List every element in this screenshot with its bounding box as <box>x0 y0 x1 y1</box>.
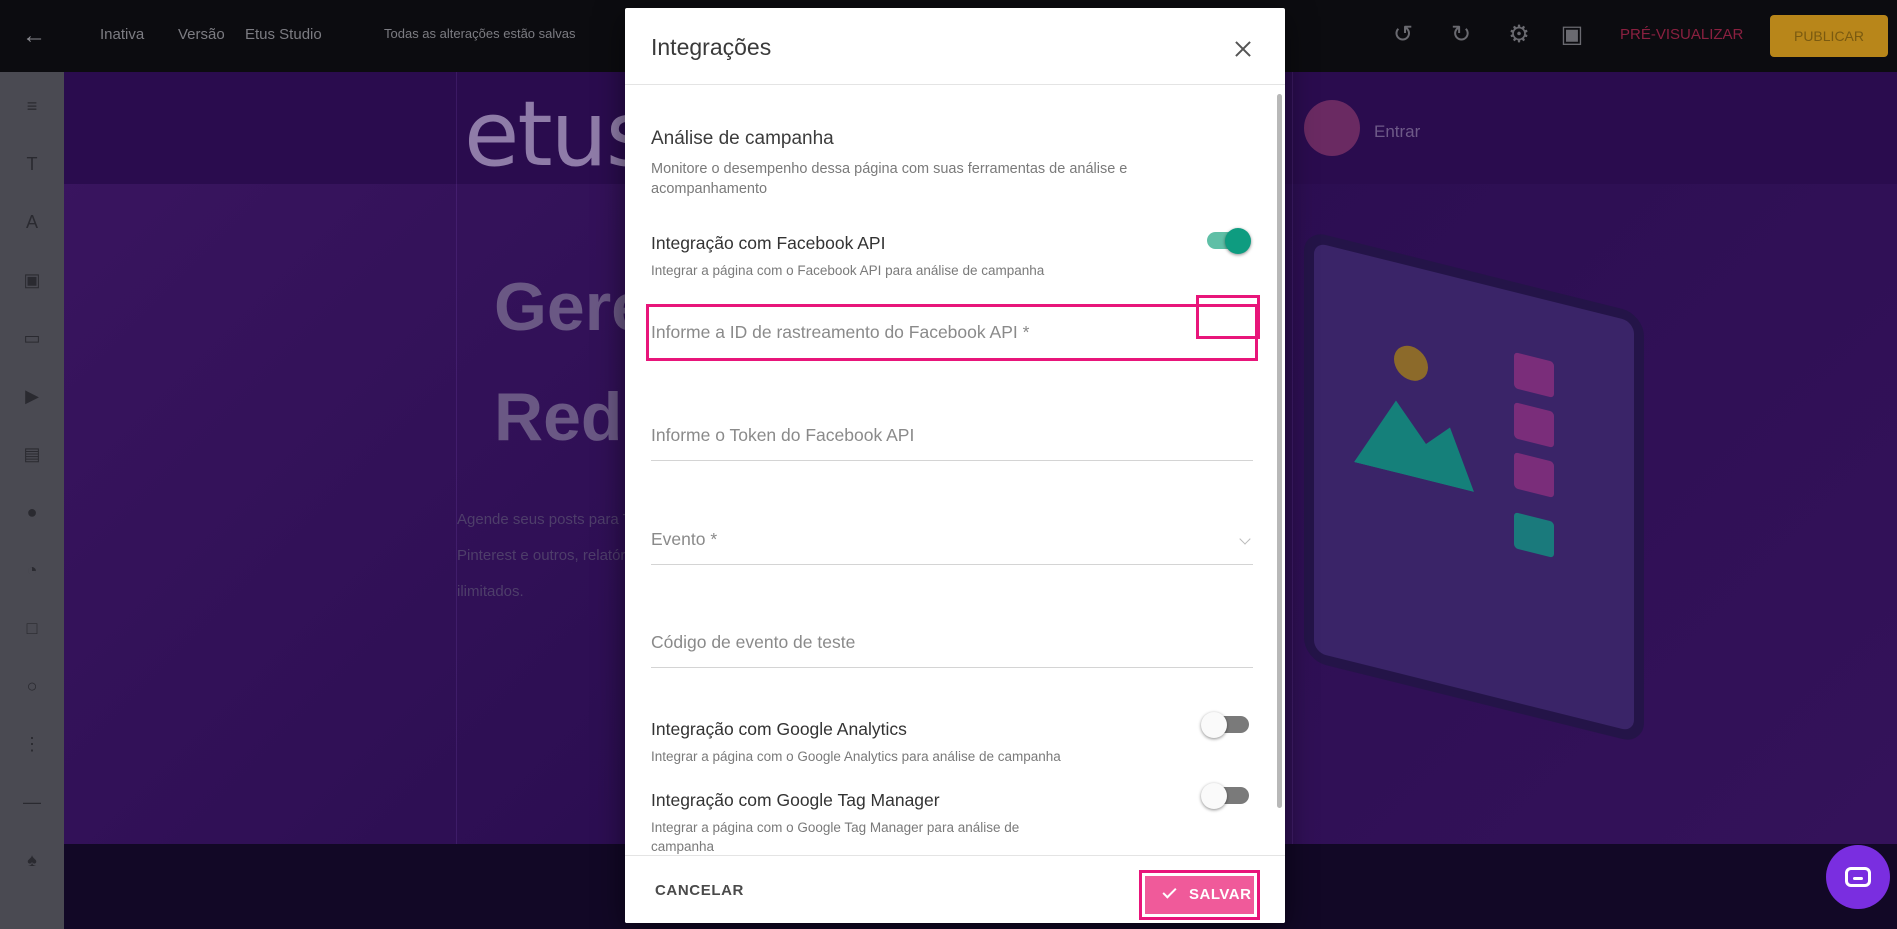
save-button-label: SALVAR <box>1189 886 1252 903</box>
user-icon[interactable]: ♠ <box>20 848 44 872</box>
modal-body: Análise de campanha Monitore o desempenh… <box>625 86 1285 854</box>
circle-icon[interactable]: ○ <box>20 674 44 698</box>
google-tag-manager-label: Integração com Google Tag Manager <box>651 790 940 810</box>
cancel-button[interactable]: CANCELAR <box>655 876 744 906</box>
layers-icon[interactable]: ≡ <box>20 94 44 118</box>
preview-button[interactable]: PRÉ-VISUALIZAR <box>1620 26 1743 43</box>
arrow-left-icon[interactable]: ← <box>18 20 50 52</box>
workspace-label: Etus Studio <box>245 26 322 43</box>
save-status: Todas as alterações estão salvas <box>384 26 576 41</box>
google-analytics-toggle[interactable] <box>1201 706 1253 742</box>
close-icon[interactable] <box>1228 34 1258 64</box>
chevron-down-icon <box>1239 533 1251 545</box>
facebook-integration-label: Integração com Facebook API <box>651 233 886 253</box>
timer-icon[interactable]: ◔ <box>20 558 44 582</box>
box-icon[interactable]: □ <box>20 616 44 640</box>
status-label: Inativa <box>100 26 145 43</box>
integrations-modal: Integrações Análise de campanha Monitore… <box>625 8 1285 923</box>
redo-icon[interactable]: ↻ <box>1446 20 1476 50</box>
form-icon[interactable]: ▤ <box>20 442 44 466</box>
publish-button[interactable]: PUBLICAR <box>1770 15 1888 57</box>
divider-icon[interactable]: — <box>20 790 44 814</box>
facebook-pixel-id-input[interactable]: Informe a ID de rastreamento do Facebook… <box>651 310 1253 358</box>
event-select[interactable]: Evento * <box>651 517 1253 565</box>
google-tag-manager-toggle[interactable] <box>1201 777 1253 813</box>
typography-icon[interactable]: A <box>20 210 44 234</box>
more-icon[interactable]: ⋮ <box>20 732 44 756</box>
page-logo: etus <box>464 82 653 187</box>
check-icon <box>1162 884 1177 899</box>
google-tag-manager-description: Integrar a página com o Google Tag Manag… <box>651 820 1020 854</box>
test-event-code-input[interactable]: Código de evento de teste <box>651 620 1253 668</box>
modal-header: Integrações <box>625 8 1285 85</box>
save-button-highlight: SALVAR <box>1139 870 1260 920</box>
text-icon[interactable]: T <box>20 152 44 176</box>
modal-title: Integrações <box>651 34 772 60</box>
version-label[interactable]: Versão <box>178 26 225 43</box>
facebook-integration-toggle[interactable] <box>1201 222 1253 258</box>
devices-icon[interactable]: ▣ <box>1557 20 1587 50</box>
video-icon[interactable]: ▶ <box>20 384 44 408</box>
undo-icon[interactable]: ↺ <box>1388 20 1418 50</box>
test-event-code-placeholder: Código de evento de teste <box>651 632 856 652</box>
image-icon[interactable]: ▣ <box>20 268 44 292</box>
save-button[interactable]: SALVAR <box>1145 876 1254 914</box>
section-title: Análise de campanha <box>651 128 834 149</box>
editor-sidebar: ≡ T A ▣ ▭ ▶ ▤ ● ◔ □ ○ ⋮ — ♠ <box>0 72 64 929</box>
illustration-mountains <box>1354 372 1474 492</box>
media-icon[interactable]: ● <box>20 500 44 524</box>
facebook-token-input[interactable]: Informe o Token do Facebook API <box>651 413 1253 461</box>
modal-scrollbar[interactable] <box>1277 94 1282 808</box>
pixel-id-placeholder: Informe a ID de rastreamento do Facebook… <box>651 322 1030 342</box>
button-icon[interactable]: ▭ <box>20 326 44 350</box>
chat-button[interactable] <box>1826 845 1890 909</box>
section-description: Monitore o desempenho dessa página com s… <box>651 161 1128 197</box>
google-analytics-description: Integrar a página com o Google Analytics… <box>651 749 1061 764</box>
modal-footer: CANCELAR SALVAR <box>625 855 1285 923</box>
page-menu-badge <box>1304 100 1360 156</box>
event-placeholder: Evento * <box>651 529 718 549</box>
chat-icon <box>1845 867 1871 887</box>
page-hero-illustration <box>1304 229 1644 745</box>
page-menu-link: Entrar <box>1374 122 1421 141</box>
token-placeholder: Informe o Token do Facebook API <box>651 425 915 445</box>
illustration-sun <box>1394 342 1428 385</box>
settings-icon[interactable]: ⚙ <box>1504 20 1534 50</box>
facebook-integration-description: Integrar a página com o Facebook API par… <box>651 263 1045 278</box>
google-analytics-label: Integração com Google Analytics <box>651 719 907 739</box>
